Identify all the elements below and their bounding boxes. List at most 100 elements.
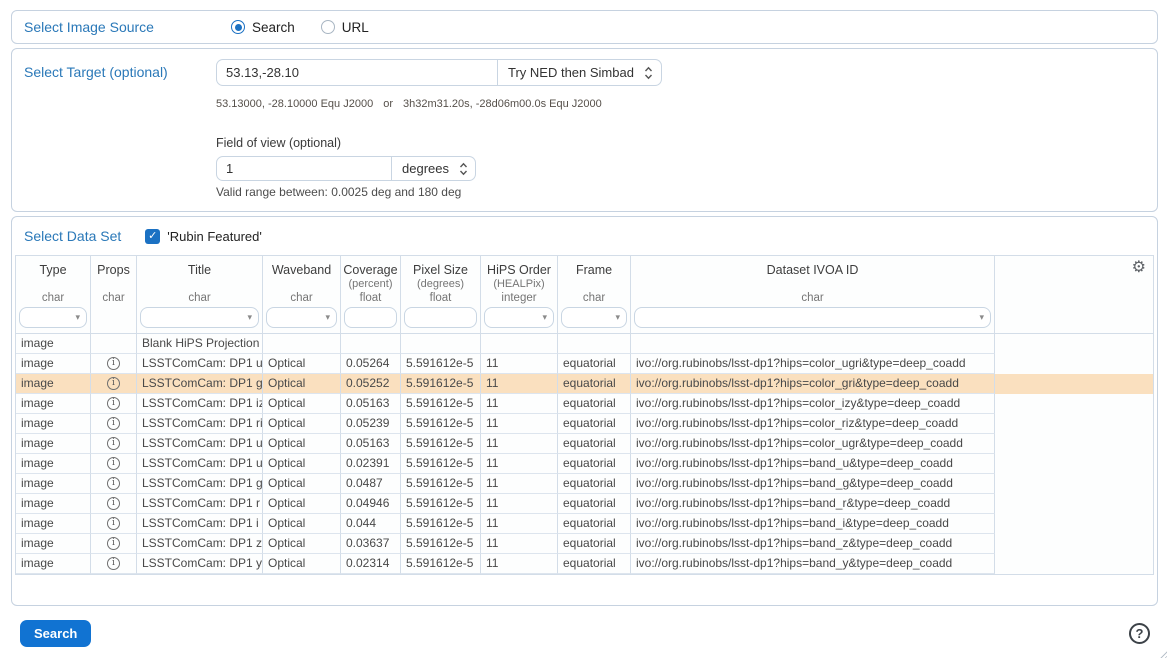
- cell-type: image: [16, 474, 91, 494]
- cell-type: image: [16, 554, 91, 574]
- cell-props: i: [91, 354, 137, 374]
- info-icon[interactable]: i: [107, 477, 120, 490]
- radio-unselected-icon[interactable]: [321, 20, 335, 34]
- cell-filler: [995, 374, 1153, 394]
- radio-selected-icon[interactable]: [231, 20, 245, 34]
- dataset-table: ⚙ Type char ▾ Props char Title char ▾: [15, 255, 1154, 575]
- cell-coverage: 0.05163: [341, 394, 401, 414]
- info-icon[interactable]: i: [107, 497, 120, 510]
- cell-props: i: [91, 374, 137, 394]
- cell-hips-order: 11: [481, 554, 558, 574]
- cell-waveband: Optical: [263, 434, 341, 454]
- column-header-filler: [995, 256, 1153, 333]
- cell-hips-order: 11: [481, 534, 558, 554]
- type-filter-select[interactable]: ▾: [19, 307, 87, 328]
- fov-unit-dropdown[interactable]: degrees: [392, 156, 476, 181]
- table-row[interactable]: image i LSSTComCam: DP1 z Optical 0.0363…: [16, 534, 1153, 554]
- hips-order-filter-select[interactable]: ▾: [484, 307, 554, 328]
- table-row[interactable]: image i LSSTComCam: DP1 izy Optical 0.05…: [16, 394, 1153, 414]
- info-icon[interactable]: i: [107, 397, 120, 410]
- target-input[interactable]: [216, 59, 498, 86]
- table-row[interactable]: image i LSSTComCam: DP1 g Optical 0.0487…: [16, 474, 1153, 494]
- info-icon[interactable]: i: [107, 377, 120, 390]
- table-row[interactable]: image i LSSTComCam: DP1 riz Optical 0.05…: [16, 414, 1153, 434]
- rubin-featured-checkbox[interactable]: ✓ 'Rubin Featured': [145, 229, 262, 244]
- fov-unit-value: degrees: [402, 161, 449, 176]
- title-filter-select[interactable]: ▾: [140, 307, 259, 328]
- info-icon[interactable]: i: [107, 517, 120, 530]
- ivoa-id-filter-select[interactable]: ▾: [634, 307, 991, 328]
- search-button[interactable]: Search: [20, 620, 91, 647]
- cell-pixel-size: 5.591612e-5: [401, 414, 481, 434]
- cell-ivoa-id: ivo://org.rubinobs/lsst-dp1?hips=color_g…: [631, 374, 995, 394]
- gear-icon[interactable]: ⚙: [1132, 260, 1146, 276]
- info-icon[interactable]: i: [107, 557, 120, 570]
- cell-ivoa-id: ivo://org.rubinobs/lsst-dp1?hips=band_u&…: [631, 454, 995, 474]
- waveband-filter-select[interactable]: ▾: [266, 307, 337, 328]
- frame-filter-select[interactable]: ▾: [561, 307, 627, 328]
- cell-filler: [995, 354, 1153, 374]
- help-icon[interactable]: ?: [1129, 623, 1150, 644]
- table-row[interactable]: image i LSSTComCam: DP1 ugr Optical 0.05…: [16, 434, 1153, 454]
- cell-pixel-size: 5.591612e-5: [401, 374, 481, 394]
- cell-frame: equatorial: [558, 394, 631, 414]
- fov-input[interactable]: [216, 156, 392, 181]
- table-row[interactable]: image i Blank HiPS Projection: [16, 334, 1153, 354]
- table-row[interactable]: image i LSSTComCam: DP1 u Optical 0.0239…: [16, 454, 1153, 474]
- cell-hips-order: 11: [481, 454, 558, 474]
- cell-title: LSSTComCam: DP1 r: [137, 494, 263, 514]
- cell-type: image: [16, 534, 91, 554]
- dataset-panel: Select Data Set ✓ 'Rubin Featured' ⚙ Typ…: [11, 216, 1158, 606]
- cell-pixel-size: [401, 334, 481, 354]
- cell-hips-order: 11: [481, 474, 558, 494]
- cell-title: LSSTComCam: DP1 g: [137, 474, 263, 494]
- info-icon[interactable]: i: [107, 417, 120, 430]
- cell-hips-order: 11: [481, 494, 558, 514]
- cell-pixel-size: 5.591612e-5: [401, 514, 481, 534]
- cell-type: image: [16, 394, 91, 414]
- resize-grip-icon[interactable]: [1158, 649, 1167, 658]
- cell-props: i: [91, 334, 137, 354]
- resolved-coordinates: 53.13000, -28.10000 Equ J2000or3h32m31.2…: [216, 98, 1145, 110]
- cell-pixel-size: 5.591612e-5: [401, 474, 481, 494]
- radio-url[interactable]: URL: [321, 20, 369, 35]
- target-label: Select Target (optional): [24, 59, 216, 199]
- info-icon[interactable]: i: [107, 437, 120, 450]
- info-icon[interactable]: i: [107, 457, 120, 470]
- table-row[interactable]: image i LSSTComCam: DP1 ugri Optical 0.0…: [16, 354, 1153, 374]
- cell-waveband: Optical: [263, 554, 341, 574]
- cell-filler: [995, 414, 1153, 434]
- table-row[interactable]: image i LSSTComCam: DP1 r Optical 0.0494…: [16, 494, 1153, 514]
- resolver-dropdown[interactable]: Try NED then Simbad: [498, 59, 662, 86]
- column-header-title: Title char ▾: [137, 256, 263, 333]
- cell-waveband: Optical: [263, 354, 341, 374]
- cell-props: i: [91, 394, 137, 414]
- table-row[interactable]: image i LSSTComCam: DP1 y Optical 0.0231…: [16, 554, 1153, 574]
- cell-type: image: [16, 354, 91, 374]
- cell-title: LSSTComCam: DP1 izy: [137, 394, 263, 414]
- info-icon[interactable]: i: [107, 357, 120, 370]
- info-icon[interactable]: i: [107, 537, 120, 550]
- cell-title: LSSTComCam: DP1 u: [137, 454, 263, 474]
- cell-title: LSSTComCam: DP1 ugri: [137, 354, 263, 374]
- column-header-props: Props char: [91, 256, 137, 333]
- cell-ivoa-id: ivo://org.rubinobs/lsst-dp1?hips=band_g&…: [631, 474, 995, 494]
- cell-coverage: 0.05239: [341, 414, 401, 434]
- radio-search[interactable]: Search: [231, 20, 295, 35]
- column-header-hips-order: HiPS Order (HEALPix) integer ▾: [481, 256, 558, 333]
- cell-coverage: 0.02314: [341, 554, 401, 574]
- cell-frame: equatorial: [558, 434, 631, 454]
- cell-props: i: [91, 554, 137, 574]
- cell-filler: [995, 454, 1153, 474]
- cell-frame: equatorial: [558, 374, 631, 394]
- checkbox-checked-icon[interactable]: ✓: [145, 229, 160, 244]
- pixel-size-filter-input[interactable]: [404, 307, 477, 328]
- cell-hips-order: 11: [481, 414, 558, 434]
- cell-hips-order: 11: [481, 394, 558, 414]
- cell-title: LSSTComCam: DP1 ugr: [137, 434, 263, 454]
- table-row[interactable]: image i LSSTComCam: DP1 i Optical 0.044 …: [16, 514, 1153, 534]
- column-header-waveband: Waveband char ▾: [263, 256, 341, 333]
- coverage-filter-input[interactable]: [344, 307, 397, 328]
- cell-waveband: Optical: [263, 514, 341, 534]
- table-row[interactable]: image i LSSTComCam: DP1 gri Optical 0.05…: [16, 374, 1153, 394]
